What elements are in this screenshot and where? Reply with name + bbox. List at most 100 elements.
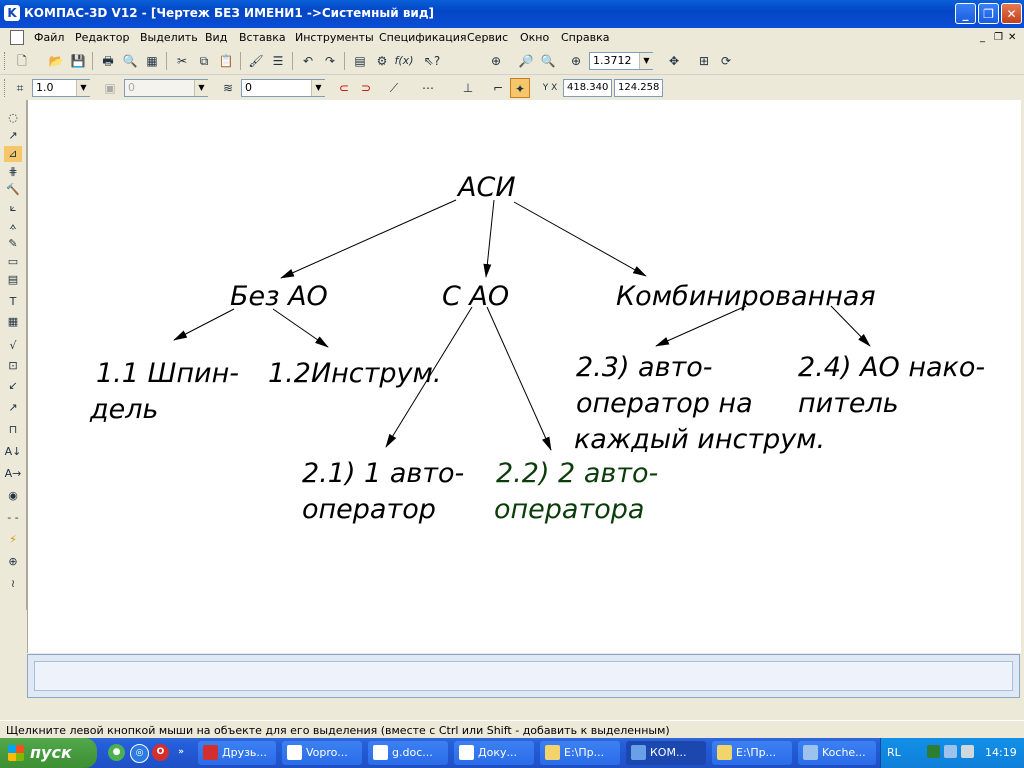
center-mark-icon[interactable]: ⊕ [4, 554, 22, 570]
chrome-icon[interactable]: ● [108, 744, 125, 761]
ortho-icon[interactable]: ⌐ [488, 78, 508, 98]
help-pointer-icon[interactable]: ⇖? [422, 51, 442, 71]
task-folder-1[interactable]: E:\Пр... [540, 741, 620, 765]
drawing-canvas[interactable]: АСИ Без АО С АО Комбинированная 1.1 Шпин… [27, 100, 1021, 653]
menu-window[interactable]: Окно [520, 31, 549, 44]
print-icon[interactable]: 🖶 [98, 51, 118, 71]
edit-icon[interactable]: ⋕ [4, 164, 22, 180]
designations-icon[interactable]: ⊿ [4, 146, 22, 162]
remote-element-icon[interactable]: ◉ [4, 488, 22, 504]
tray-volume-icon[interactable] [961, 745, 974, 758]
redo-icon[interactable]: ↷ [320, 51, 340, 71]
minimize-button[interactable]: _ [955, 3, 976, 24]
properties-icon[interactable]: ☰ [268, 51, 288, 71]
view-arrow-icon[interactable]: A→ [4, 466, 22, 482]
mdi-minimize-icon[interactable]: _ [980, 32, 985, 43]
open-folder-icon[interactable]: 📂 [46, 51, 66, 71]
base-icon[interactable]: ⊡ [4, 358, 22, 374]
format-brush-icon[interactable]: 🖌 [246, 51, 266, 71]
chevron-down-icon[interactable]: ▼ [311, 80, 325, 96]
dimensions-icon[interactable]: ↗ [4, 128, 22, 144]
select-icon[interactable]: ⟑ [4, 218, 22, 234]
opera-icon[interactable]: O [152, 744, 169, 761]
task-folder-2[interactable]: E:\Пр... [712, 741, 792, 765]
measure-icon[interactable]: ⟀ [4, 200, 22, 216]
zoom-out-icon[interactable]: 🔍 [538, 51, 558, 71]
roughness-icon[interactable]: √ [4, 338, 22, 354]
start-button[interactable]: пуск [0, 738, 97, 768]
menu-insert[interactable]: Вставка [239, 31, 286, 44]
axis-line-icon[interactable]: - - [4, 510, 22, 526]
local-cs-icon[interactable]: ⌗ [10, 78, 30, 98]
print-preview-icon[interactable]: 🔍 [120, 51, 140, 71]
task-word-2[interactable]: g.doc... [368, 741, 448, 765]
snap-toggle-icon[interactable]: ⊃ [356, 78, 376, 98]
tray-monitor-icon[interactable] [927, 745, 940, 758]
position-leader-icon[interactable]: ↗ [4, 400, 22, 416]
snap-magnet-icon[interactable]: ⊂ [334, 78, 354, 98]
break-line-icon[interactable]: ≀ [4, 576, 22, 592]
parametrization-icon[interactable]: 🔨 [4, 182, 22, 198]
new-document-icon[interactable]: 🗋 [12, 51, 32, 71]
menu-tools[interactable]: Инструменты [295, 31, 374, 44]
leader-icon[interactable]: ↙ [4, 378, 22, 394]
toolbar-grip[interactable] [4, 79, 8, 97]
menu-file[interactable]: Файл [34, 31, 64, 44]
menu-help[interactable]: Справка [561, 31, 609, 44]
refresh-icon[interactable]: ⟳ [716, 51, 736, 71]
menu-specification[interactable]: Спецификация [379, 31, 466, 44]
menu-view[interactable]: Вид [205, 31, 227, 44]
toolbar-grip[interactable] [4, 52, 8, 70]
variables-fx-icon[interactable]: f(x) [394, 51, 414, 71]
task-koche[interactable]: Koche... [798, 741, 876, 765]
zoom-window-icon[interactable]: ⊕ [486, 51, 506, 71]
library-icon[interactable]: ⚙ [372, 51, 392, 71]
pan-icon[interactable]: ✥ [664, 51, 684, 71]
cut-line-icon[interactable]: A↓ [4, 444, 22, 460]
y-coordinate-field[interactable]: 124.258 [614, 79, 663, 97]
paste-icon[interactable]: 📋 [216, 51, 236, 71]
tray-network-icon[interactable] [944, 745, 957, 758]
quicklaunch-more-icon[interactable]: » [176, 744, 186, 761]
show-all-icon[interactable]: ⊞ [694, 51, 714, 71]
mdi-restore-icon[interactable]: ❐ [994, 32, 1003, 43]
round-mode-icon[interactable]: ✦ [510, 78, 530, 98]
language-indicator[interactable]: RL [887, 746, 901, 759]
cut-icon[interactable]: ✂ [172, 51, 192, 71]
undo-icon[interactable]: ↶ [298, 51, 318, 71]
menu-select[interactable]: Выделить [140, 31, 198, 44]
local-snap-icon[interactable]: ⟋ [384, 78, 404, 98]
text-icon[interactable]: T [4, 294, 22, 310]
associative-view-icon[interactable]: ✎ [4, 236, 22, 252]
task-word-3[interactable]: Доку... [454, 741, 534, 765]
zoom-in-icon[interactable]: 🔎 [516, 51, 536, 71]
close-button[interactable]: ✕ [1001, 3, 1022, 24]
restore-button[interactable]: ❐ [978, 3, 999, 24]
manager-icon[interactable]: ▤ [350, 51, 370, 71]
copy-icon[interactable]: ⧉ [194, 51, 214, 71]
spec-icon[interactable]: ▭ [4, 254, 22, 270]
kompas-app-icon[interactable]: K [4, 5, 20, 21]
save-icon[interactable]: 💾 [68, 51, 88, 71]
x-coordinate-field[interactable]: 418.340 [563, 79, 612, 97]
task-opera[interactable]: Друзь... [198, 741, 276, 765]
table-icon[interactable]: ▦ [4, 314, 22, 330]
chevron-down-icon[interactable]: ▼ [76, 80, 90, 96]
wave-line-icon[interactable]: ⚡ [4, 532, 22, 548]
zoom-scale-icon[interactable]: ⊕ [566, 51, 586, 71]
axes-icon[interactable]: ⊥ [458, 78, 478, 98]
menu-editor[interactable]: Редактор [75, 31, 130, 44]
browser-icon[interactable]: ◎ [130, 744, 149, 763]
fragment-icon[interactable]: ▦ [142, 51, 162, 71]
document-icon[interactable] [10, 30, 24, 45]
clock[interactable]: 14:19 [985, 746, 1017, 759]
mdi-close-icon[interactable]: ✕ [1008, 32, 1016, 43]
task-kompas[interactable]: КОМ... [626, 741, 706, 765]
task-word-1[interactable]: Vopro... [282, 741, 362, 765]
grid-icon[interactable]: ⋯ [418, 78, 438, 98]
tolerance-icon[interactable]: ⊓ [4, 422, 22, 438]
layers-icon[interactable]: ≋ [218, 78, 238, 98]
chevron-down-icon[interactable]: ▼ [639, 53, 653, 69]
geometry-icon[interactable]: ◌ [4, 110, 22, 126]
menu-service[interactable]: Сервис [467, 31, 508, 44]
